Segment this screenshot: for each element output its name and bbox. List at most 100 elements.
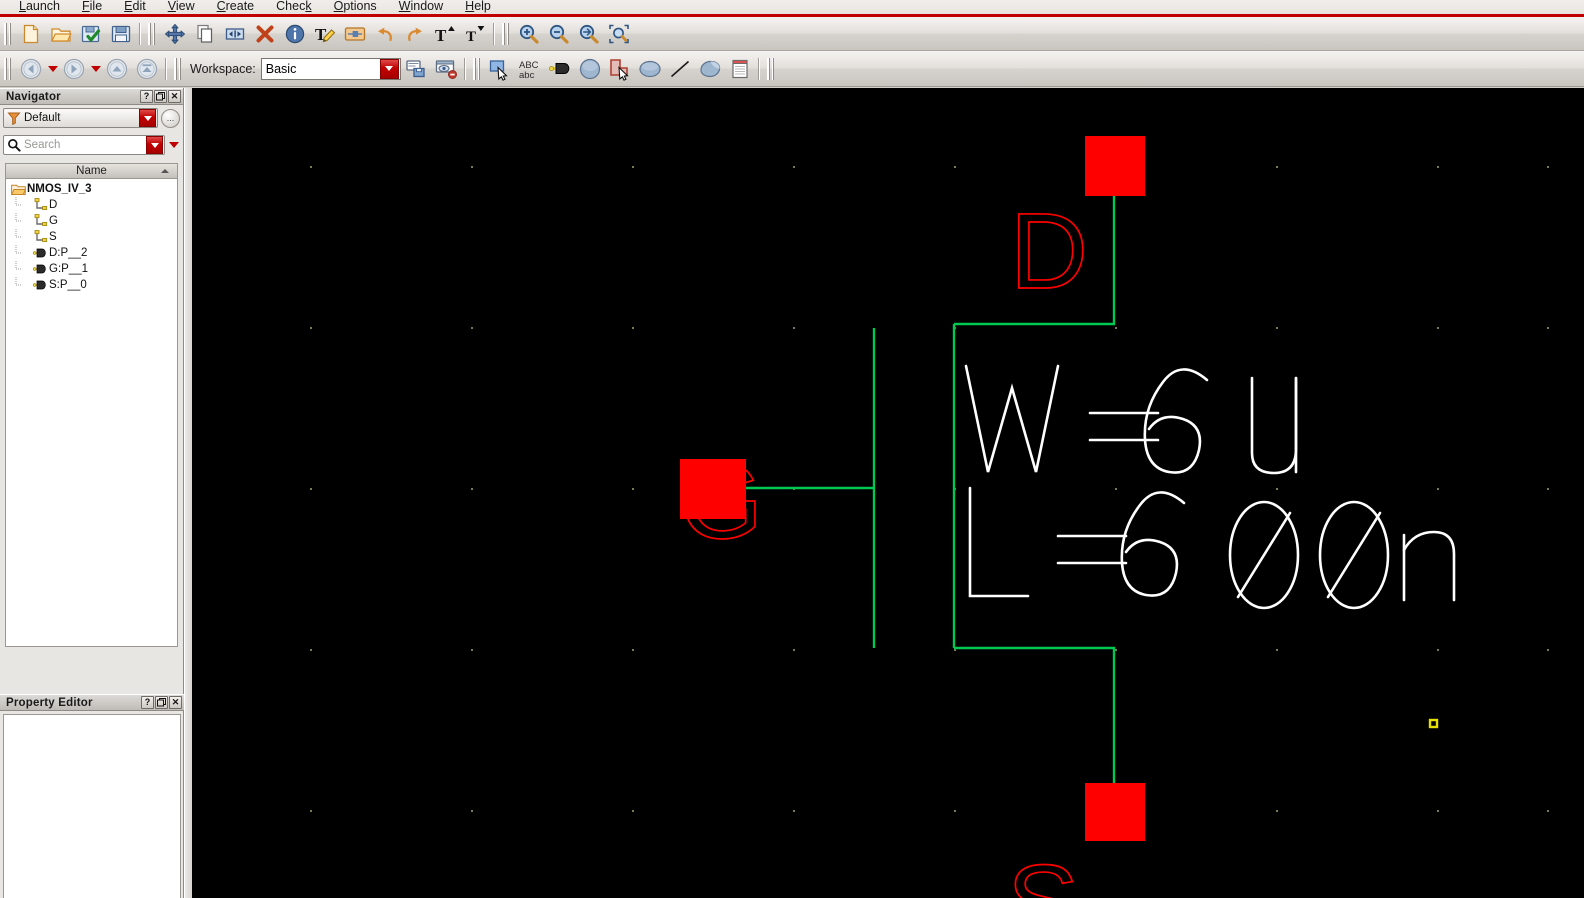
create-polygon-icon[interactable]	[695, 55, 725, 83]
tree-guide	[10, 277, 32, 293]
text-up-icon[interactable]: T	[430, 20, 460, 48]
menu-item-edit[interactable]: Edit	[113, 0, 157, 13]
pin-s-rect[interactable]	[1085, 783, 1145, 841]
toolbar-gripper[interactable]	[472, 57, 482, 80]
pin-s[interactable]: S	[1006, 783, 1145, 898]
menu-item-file[interactable]: File	[71, 0, 113, 13]
zoom-selection-icon[interactable]	[604, 20, 634, 48]
workspace-dropdown-button[interactable]	[379, 58, 399, 79]
navigator-filter-more-button[interactable]: ...	[161, 108, 180, 128]
tree-item-nmos-iv-3[interactable]: NMOS_IV_3	[8, 181, 177, 197]
up-hierarchy-icon[interactable]	[102, 55, 132, 83]
forward-icon[interactable]	[59, 55, 89, 83]
selection-marker[interactable]	[1428, 718, 1439, 729]
hide-workspace-icon[interactable]	[431, 55, 461, 83]
menu-item-launch[interactable]: Launch	[8, 0, 71, 13]
toolbar-separator	[139, 22, 141, 45]
navigator-column-name: Name	[76, 165, 107, 177]
menu-item-view[interactable]: View	[157, 0, 206, 13]
toolbar-gripper[interactable]	[502, 22, 511, 45]
toolbar-gripper[interactable]	[174, 57, 183, 80]
menu-item-window[interactable]: Window	[388, 0, 454, 13]
menu-item-create[interactable]: Create	[206, 0, 266, 13]
edit-in-place-icon[interactable]	[340, 20, 370, 48]
tree-item-s-p-0[interactable]: S:P__0	[8, 277, 177, 293]
save-workspace-icon[interactable]	[401, 55, 431, 83]
create-rect-icon[interactable]	[605, 55, 635, 83]
undo-icon[interactable]	[370, 20, 400, 48]
save-check-icon[interactable]	[76, 20, 106, 48]
save-icon[interactable]	[106, 20, 136, 48]
create-ellipse-icon[interactable]	[635, 55, 665, 83]
delete-icon[interactable]	[250, 20, 280, 48]
tree-item-label: NMOS_IV_3	[27, 183, 92, 195]
zoom-fit-icon[interactable]	[574, 20, 604, 48]
pin-g-rect[interactable]	[680, 459, 746, 519]
navigator-body: Default ... Search Name NMOS_IV_3 D G S …	[0, 105, 183, 647]
edit-text-icon[interactable]: T	[310, 20, 340, 48]
navigator-search-input[interactable]: Search	[3, 135, 165, 155]
tree-item-s[interactable]: S	[8, 229, 177, 245]
menu-item-options[interactable]: Options	[323, 0, 388, 13]
tree-item-d[interactable]: D	[8, 197, 177, 213]
stretch-icon[interactable]	[220, 20, 250, 48]
svg-text:T: T	[435, 26, 447, 45]
zoom-in-icon[interactable]	[514, 20, 544, 48]
redo-icon[interactable]	[400, 20, 430, 48]
back-dropdown[interactable]	[46, 56, 59, 82]
tree-item-g[interactable]: G	[8, 213, 177, 229]
net-icon	[32, 213, 49, 229]
back-icon[interactable]	[16, 55, 46, 83]
property-editor-close-button[interactable]: ✕	[169, 696, 182, 709]
top-hierarchy-icon[interactable]	[132, 55, 162, 83]
pin-d-rect[interactable]	[1085, 136, 1145, 196]
properties-icon[interactable]	[280, 20, 310, 48]
annotation-l	[968, 486, 1456, 610]
tree-item-label: D	[49, 199, 58, 211]
create-line-icon[interactable]	[665, 55, 695, 83]
text-down-icon[interactable]: T	[460, 20, 490, 48]
pin-d-label: D	[1010, 190, 1088, 311]
property-editor-content[interactable]	[3, 714, 181, 898]
navigator-help-button[interactable]: ?	[140, 90, 153, 103]
navigator-search-dropdown[interactable]	[146, 136, 163, 154]
create-note-icon[interactable]	[725, 55, 755, 83]
menu-item-check[interactable]: Check	[265, 0, 322, 13]
zoom-out-icon[interactable]	[544, 20, 574, 48]
tree-item-d-p-2[interactable]: D:P__2	[8, 245, 177, 261]
pin-g[interactable]: G	[678, 439, 764, 562]
navigator-undock-button[interactable]	[154, 90, 167, 103]
property-editor-help-button[interactable]: ?	[141, 696, 154, 709]
property-editor-undock-button[interactable]	[155, 696, 168, 709]
svg-text:T: T	[466, 29, 476, 45]
tree-item-g-p-1[interactable]: G:P__1	[8, 261, 177, 277]
toolbar-gripper[interactable]	[4, 22, 13, 45]
open-folder-icon[interactable]	[46, 20, 76, 48]
toolbar-gripper[interactable]	[4, 57, 13, 80]
navigator-search-options-dropdown[interactable]	[167, 132, 180, 158]
move-icon[interactable]	[160, 20, 190, 48]
secondary-toolbar: Workspace: Basic ABC abc	[0, 51, 1584, 87]
navigator-filter-select[interactable]: Default	[3, 108, 158, 128]
abc-label-icon[interactable]: ABC abc	[515, 55, 545, 83]
workspace-select[interactable]: Basic	[260, 57, 401, 80]
navigator-tree-header[interactable]: Name	[6, 164, 177, 179]
toolbar-gripper[interactable]	[766, 57, 776, 80]
canvas-drawing[interactable]: D G S	[192, 88, 1584, 898]
create-shape-icon[interactable]	[575, 55, 605, 83]
dock-splitter[interactable]	[184, 88, 192, 898]
toolbar-gripper[interactable]	[148, 22, 157, 45]
forward-dropdown[interactable]	[89, 56, 102, 82]
new-file-icon[interactable]	[16, 20, 46, 48]
pin-icon	[32, 245, 49, 261]
navigator-filter-dropdown[interactable]	[139, 109, 156, 127]
select-icon[interactable]	[485, 55, 515, 83]
menu-item-help[interactable]: Help	[454, 0, 502, 13]
tree-guide	[10, 213, 32, 229]
pin-d[interactable]: D	[1009, 136, 1145, 312]
layout-canvas[interactable]: D G S	[192, 88, 1584, 898]
tree-guide	[10, 245, 32, 261]
create-pin-icon[interactable]	[545, 55, 575, 83]
copy-icon[interactable]	[190, 20, 220, 48]
navigator-close-button[interactable]: ✕	[168, 90, 181, 103]
